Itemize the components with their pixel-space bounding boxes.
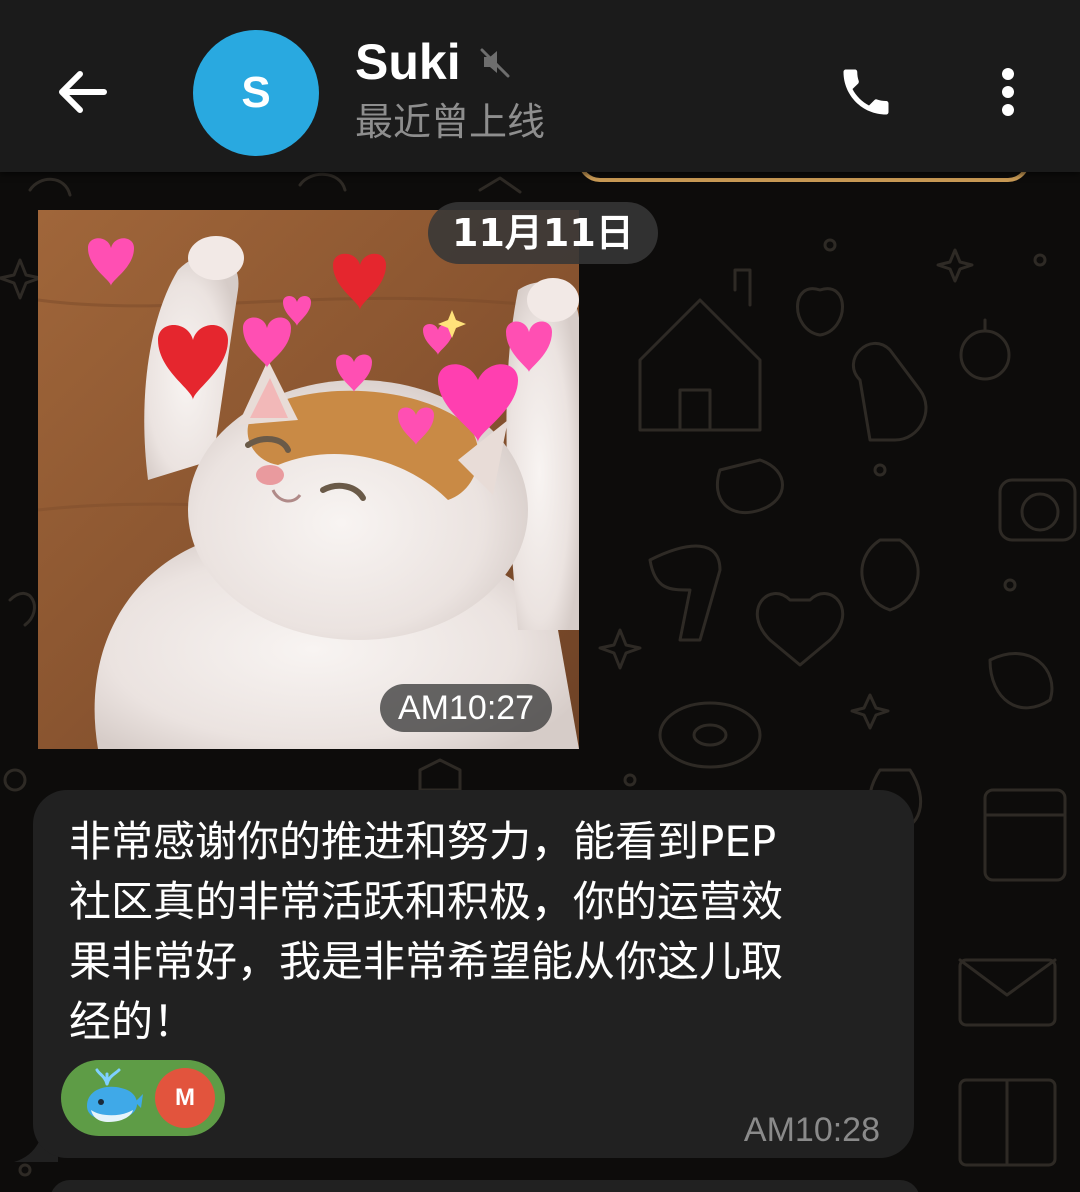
muted-speaker-icon bbox=[480, 48, 510, 78]
phone-icon bbox=[843, 69, 889, 115]
more-vertical-icon bbox=[1002, 68, 1014, 116]
more-options-button[interactable] bbox=[980, 54, 1036, 130]
message-line: 果非常好，我是非常希望能从你这儿取 bbox=[69, 937, 784, 986]
incoming-text-message[interactable]: 非常感谢你的推进和努力，能看到PEP 社区真的非常活跃和积极，你的运营效 果非常… bbox=[33, 790, 914, 1158]
photo-message[interactable] bbox=[38, 210, 579, 749]
chat-header: S Suki 最近曾上线 bbox=[0, 0, 1080, 172]
message-line: 非常感谢你的推进和努力，能看到PEP bbox=[69, 817, 777, 866]
cat-with-hearts-sticker bbox=[38, 210, 579, 749]
call-button[interactable] bbox=[828, 54, 904, 130]
message-line: 社区真的非常活跃和积极，你的运营效 bbox=[69, 877, 784, 926]
contact-title-block[interactable]: Suki 最近曾上线 bbox=[355, 32, 545, 146]
reactor-avatar: M bbox=[155, 1068, 215, 1128]
contact-status: 最近曾上线 bbox=[355, 100, 546, 144]
reactor-initial: M bbox=[175, 1084, 195, 1111]
message-line: 经的！ bbox=[69, 997, 196, 1046]
avatar-initial: S bbox=[241, 68, 271, 117]
photo-timestamp: AM10:27 bbox=[380, 684, 553, 732]
date-separator: 11月11日 bbox=[428, 202, 658, 264]
arrow-left-icon bbox=[59, 71, 107, 113]
contact-name: Suki bbox=[355, 34, 461, 90]
back-button[interactable] bbox=[40, 50, 124, 134]
chat-screen: S Suki 最近曾上线 AM10:27 11月11日 非常感谢你的推进和努力，… bbox=[0, 0, 1080, 1192]
whale-emoji-icon bbox=[87, 1068, 143, 1122]
message-timestamp: AM10:28 bbox=[743, 1111, 880, 1149]
message-text: 非常感谢你的推进和努力，能看到PEP 社区真的非常活跃和积极，你的运营效 果非常… bbox=[69, 812, 889, 1052]
contact-avatar[interactable]: S bbox=[193, 30, 319, 156]
reaction-chip[interactable]: M bbox=[61, 1060, 225, 1136]
next-message-edge bbox=[50, 1180, 920, 1192]
